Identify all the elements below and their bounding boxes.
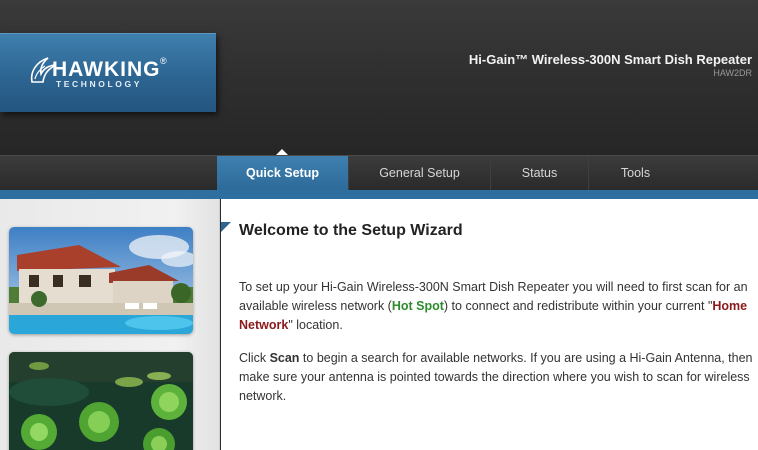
product-title: Hi-Gain™ Wireless-300N Smart Dish Repeat… (468, 52, 752, 67)
tab-status[interactable]: Status (490, 156, 588, 191)
intro-text-3: " location. (288, 318, 343, 332)
header: HAWKING ® TECHNOLOGY Hi-Gain™ Wireless-3… (0, 0, 758, 155)
lily-pond-photo (9, 352, 193, 450)
main-content: Welcome to the Setup Wizard To set up yo… (221, 199, 758, 450)
scan-text-2: to begin a search for available networks… (239, 351, 753, 403)
house-pool-photo (9, 227, 193, 334)
intro-paragraph: To set up your Hi-Gain Wireless-300N Sma… (239, 278, 754, 335)
main-nav: Quick Setup General Setup Status Tools (0, 155, 758, 191)
product-model: HAW2DR (713, 68, 752, 78)
sidebar (0, 199, 220, 450)
scan-paragraph: Click Scan to begin a search for availab… (239, 349, 754, 406)
scan-term: Scan (269, 351, 300, 365)
scan-text-1: Click (239, 351, 270, 365)
nav-stripe (0, 190, 758, 199)
hot-spot-term: Hot Spot (391, 299, 444, 313)
registered-mark: ® (160, 56, 167, 66)
title-marker-icon (221, 222, 231, 232)
hawking-logo[interactable]: HAWKING ® TECHNOLOGY (0, 33, 216, 112)
brand-tagline: TECHNOLOGY (56, 79, 142, 89)
tab-quick-setup[interactable]: Quick Setup (217, 156, 348, 191)
tab-general-setup[interactable]: General Setup (348, 156, 490, 191)
intro-text-2: ) to connect and redistribute within you… (443, 299, 713, 313)
page-title: Welcome to the Setup Wizard (239, 222, 463, 239)
tab-tools[interactable]: Tools (588, 156, 682, 191)
